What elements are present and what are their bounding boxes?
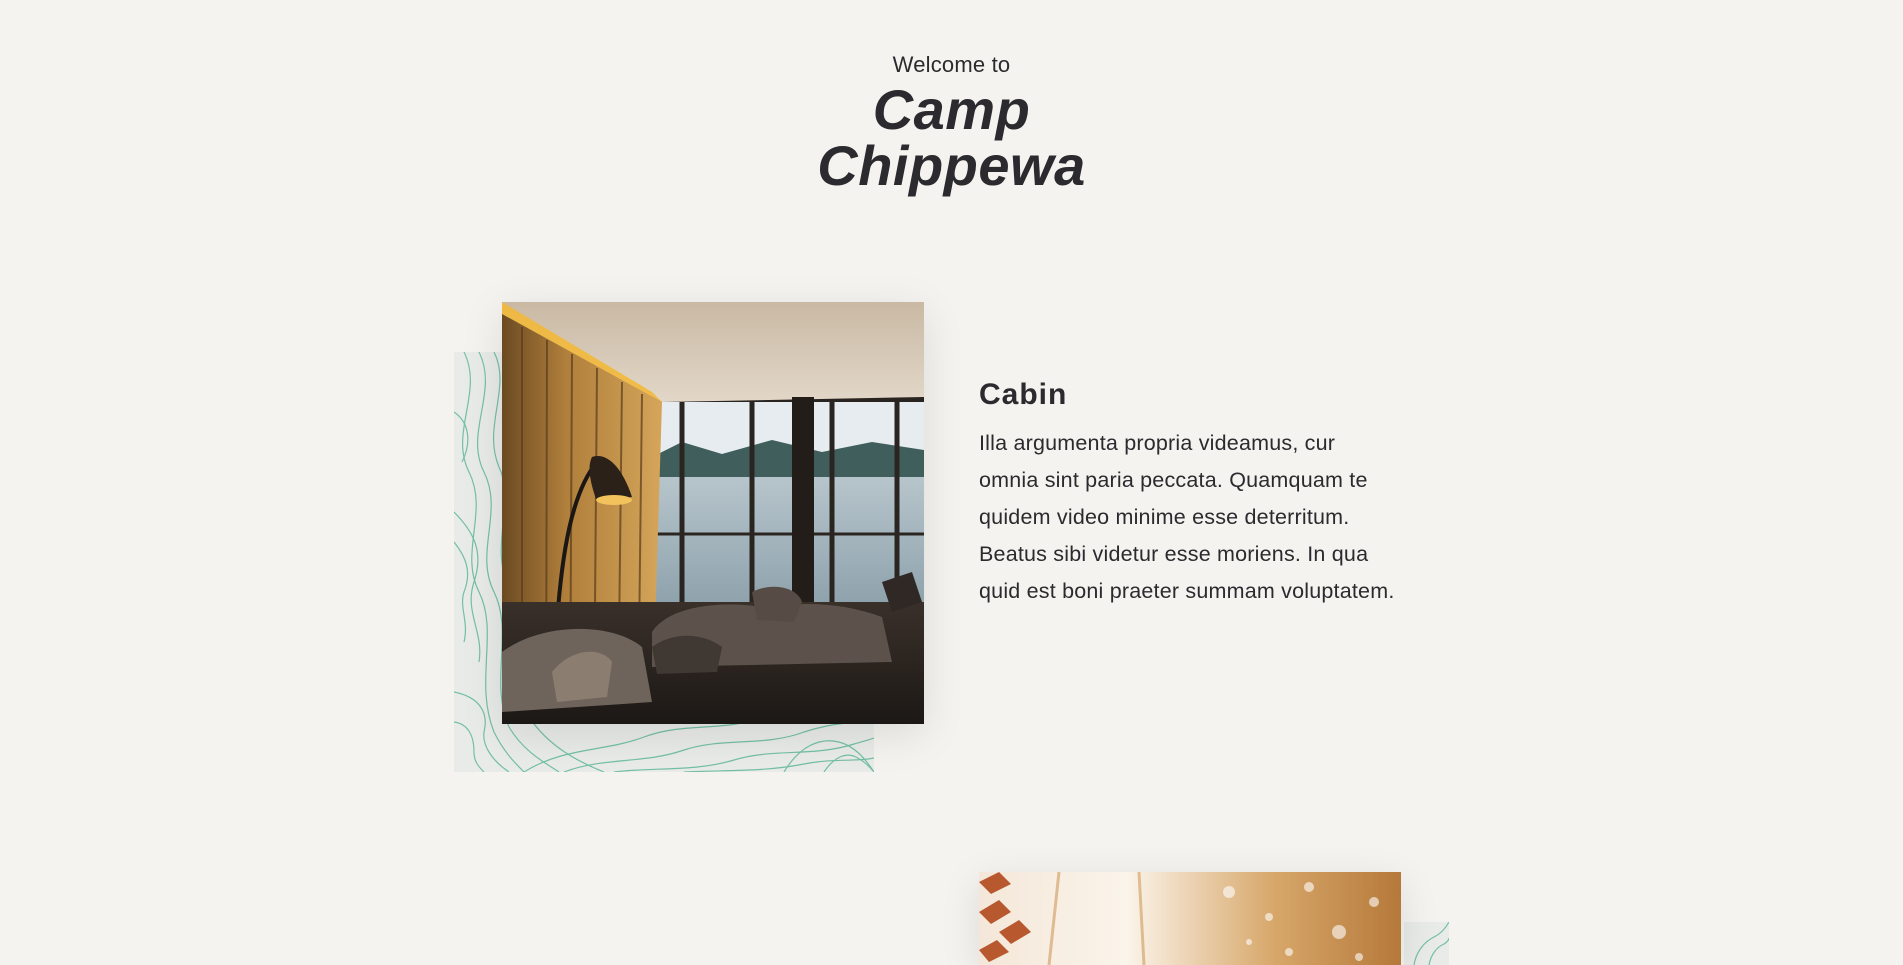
cabin-interior-lake-view-icon bbox=[502, 302, 924, 724]
page-title: Camp Chippewa bbox=[0, 82, 1903, 194]
topographic-lines-icon bbox=[1413, 922, 1449, 965]
welcome-text: Welcome to bbox=[892, 52, 1011, 77]
cabin-section-text: Cabin Illa argumenta propria videamus, c… bbox=[979, 375, 1399, 610]
second-photo bbox=[979, 872, 1401, 965]
section-heading: Cabin bbox=[979, 378, 1068, 411]
title-line-2: Chippewa bbox=[817, 134, 1086, 197]
hero: Welcome to Camp Chippewa bbox=[0, 50, 1903, 194]
cabin-photo bbox=[502, 302, 924, 724]
section-body: Illa argumenta propria videamus, cur omn… bbox=[979, 431, 1395, 603]
title-line-1: Camp bbox=[872, 78, 1031, 141]
topo-pattern-background-2 bbox=[1404, 922, 1449, 965]
page: Welcome to Camp Chippewa Cabin Illa argu… bbox=[0, 0, 1903, 965]
warm-bokeh-photo-icon bbox=[979, 872, 1401, 965]
